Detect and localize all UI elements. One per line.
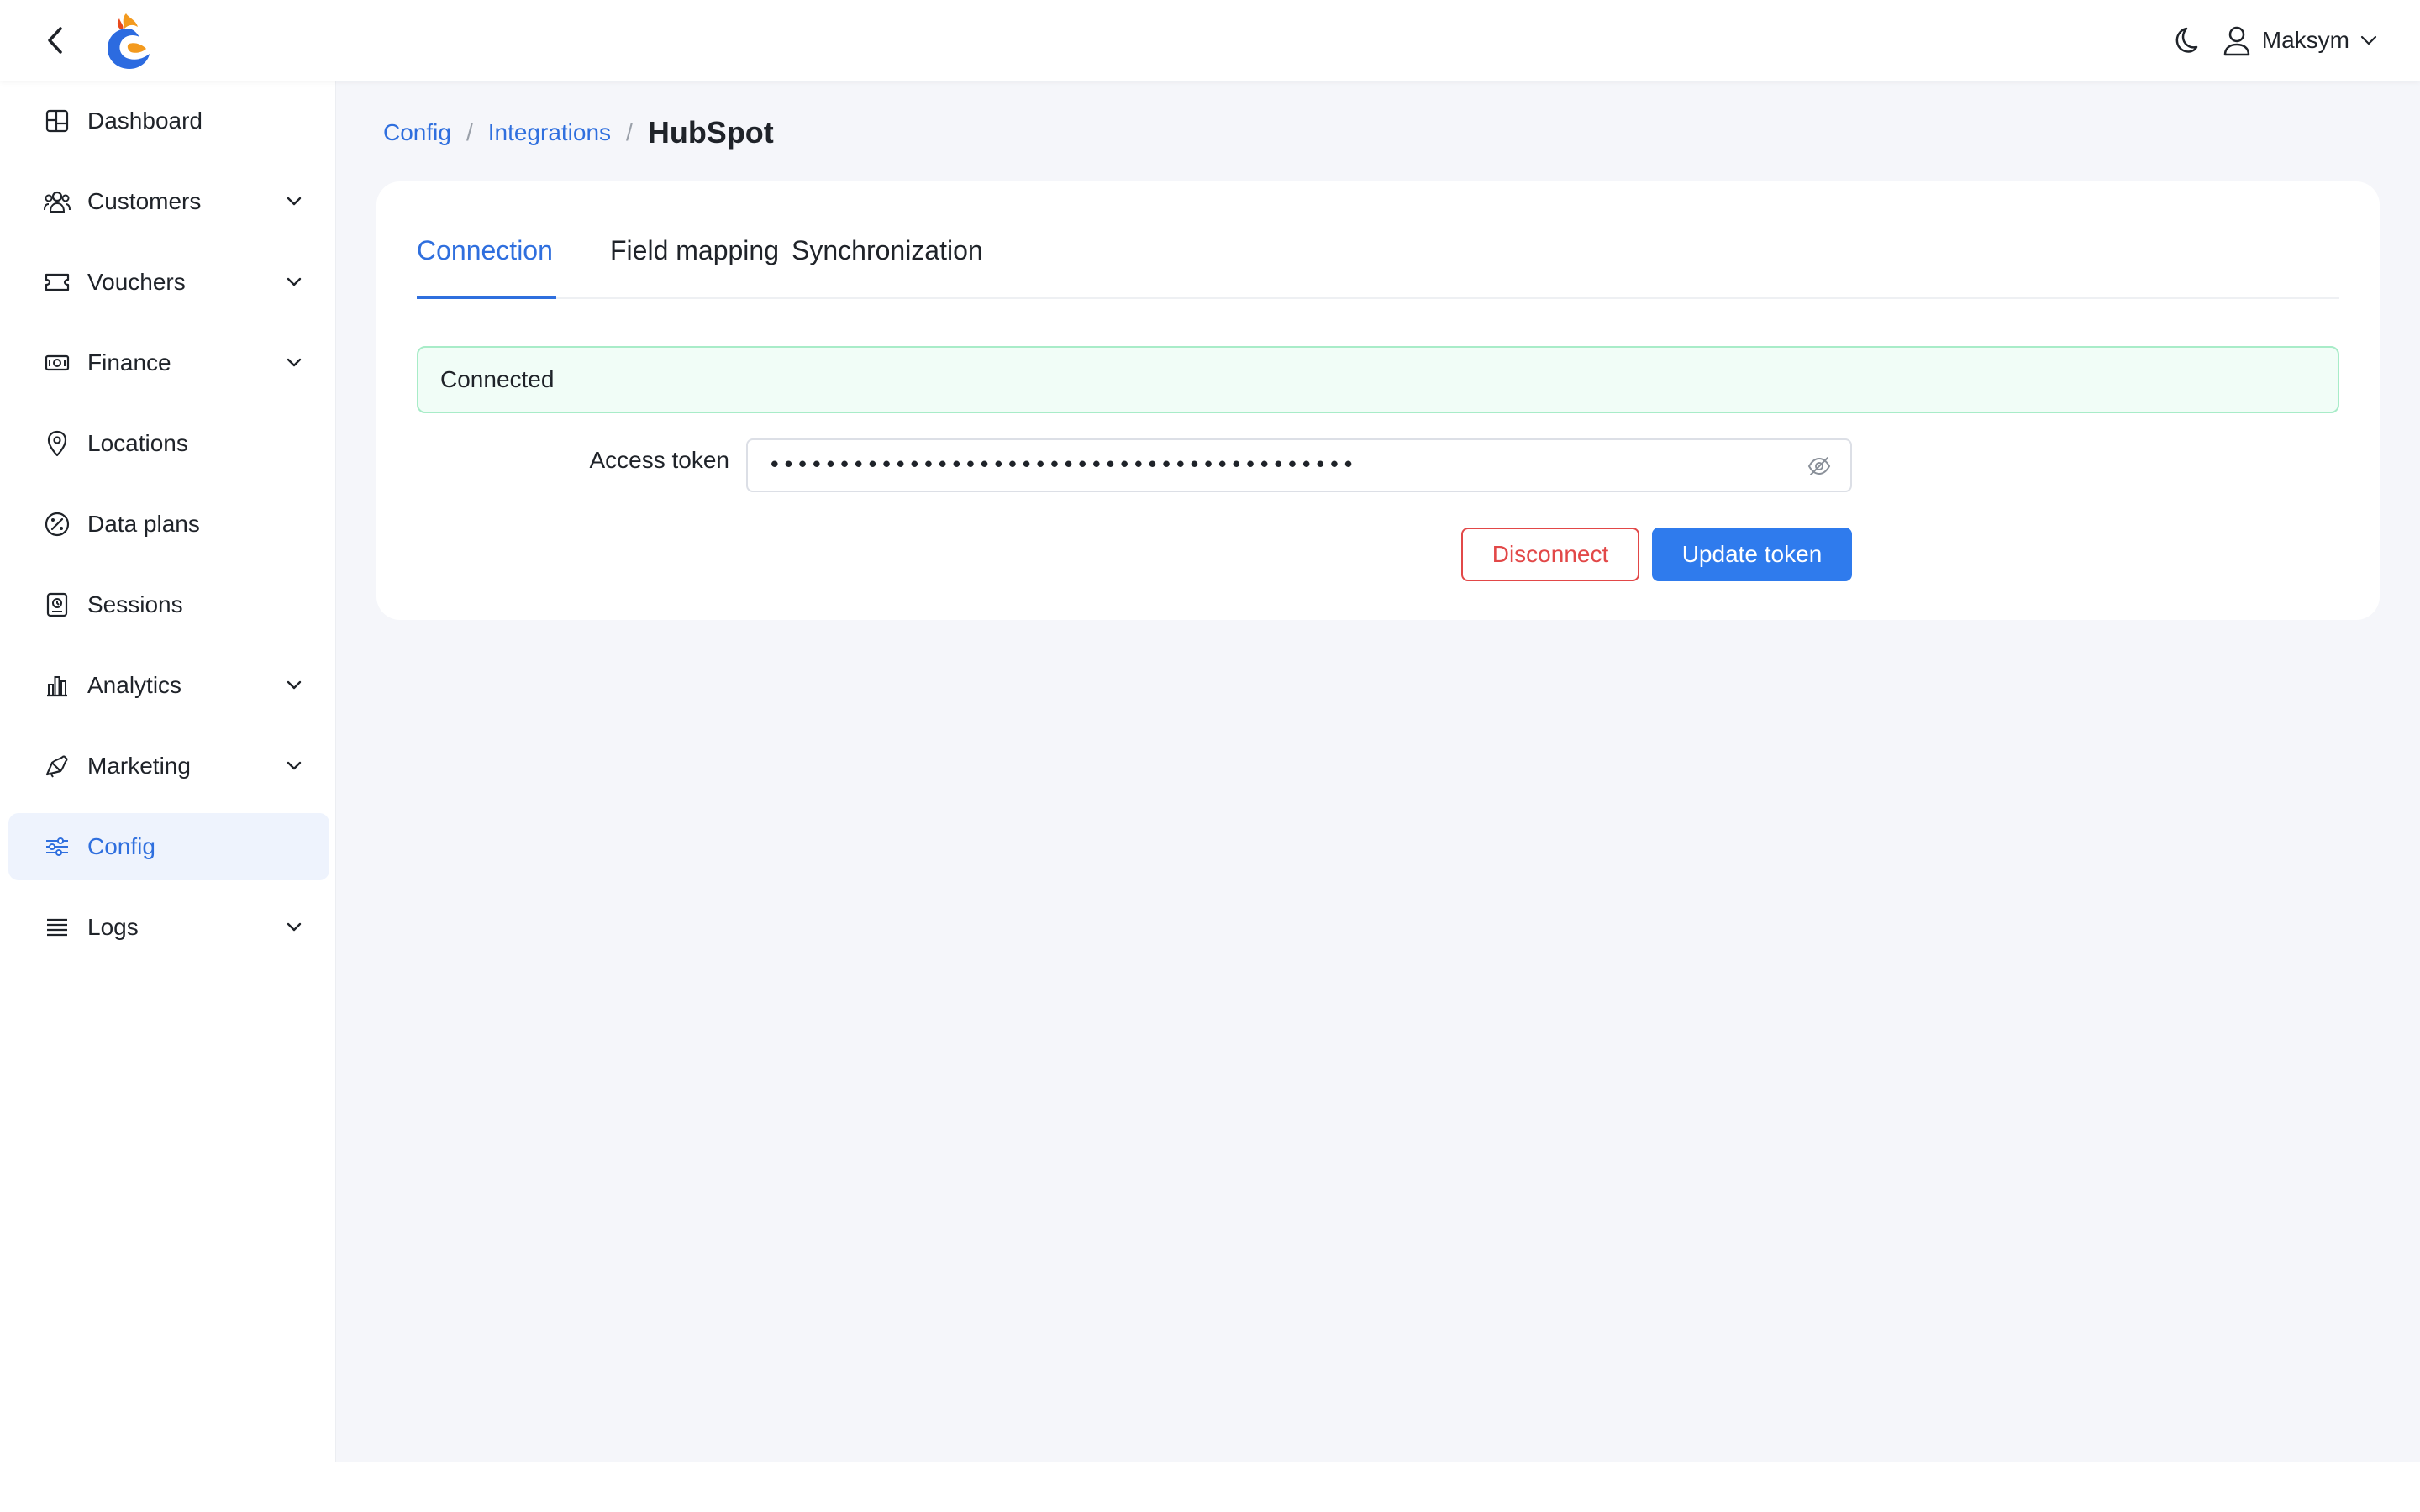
sidebar-item-label: Config (87, 833, 155, 859)
customers-icon (42, 186, 72, 217)
tab-field-mapping[interactable]: Field mapping (610, 232, 779, 299)
integration-card: Connection Field mapping Synchronization… (376, 181, 2380, 620)
chevron-down-icon (282, 754, 306, 778)
breadcrumb: Config / Integrations / HubSpot (383, 109, 774, 156)
percent-badge-icon (42, 509, 72, 539)
breadcrumb-config-link[interactable]: Config (383, 119, 451, 146)
eye-off-icon (1807, 457, 1831, 475)
sidebar-item-logs[interactable]: Logs (8, 894, 329, 961)
chevron-down-icon (2360, 35, 2377, 45)
breadcrumb-integrations-link[interactable]: Integrations (488, 119, 611, 146)
tab-bar: Connection Field mapping Synchronization (417, 232, 2339, 299)
sidebar-item-label: Customers (87, 188, 202, 214)
sidebar-item-label: Data plans (87, 511, 200, 537)
theme-toggle-button[interactable] (2166, 22, 2203, 59)
top-bar: Maksym (0, 0, 2420, 81)
dashboard-icon (42, 106, 72, 136)
user-menu[interactable]: Maksym (2222, 24, 2378, 56)
chevron-down-icon (282, 674, 306, 697)
sliders-icon (42, 832, 72, 862)
tab-synchronization[interactable]: Synchronization (792, 232, 983, 299)
location-pin-icon (42, 428, 72, 459)
sidebar-item-label: Dashboard (87, 108, 203, 134)
chevron-down-icon (282, 270, 306, 294)
megaphone-icon (42, 751, 72, 781)
bar-chart-icon (42, 670, 72, 701)
sidebar-item-label: Locations (87, 430, 188, 456)
chevron-left-icon (48, 27, 62, 54)
update-token-button[interactable]: Update token (1652, 528, 1852, 581)
page-title: HubSpot (647, 115, 774, 150)
app-logo[interactable] (101, 10, 155, 71)
voucher-icon (42, 267, 72, 297)
status-text: Connected (440, 366, 555, 392)
sidebar-item-marketing[interactable]: Marketing (8, 732, 329, 800)
sidebar-item-analytics[interactable]: Analytics (8, 652, 329, 719)
connection-status-alert: Connected (417, 346, 2339, 413)
back-button[interactable] (37, 22, 74, 59)
bottom-strip (0, 1462, 2420, 1512)
tab-connection[interactable]: Connection (417, 232, 556, 299)
sessions-icon (42, 590, 72, 620)
sidebar-item-label: Logs (87, 914, 139, 940)
moon-icon (2175, 27, 2198, 53)
header-actions: Maksym (2166, 0, 2378, 81)
sidebar-item-config[interactable]: Config (8, 813, 329, 880)
sidebar: Dashboard Customers Vouchers Finance Loc… (0, 81, 336, 1462)
list-icon (42, 912, 72, 942)
sidebar-item-label: Vouchers (87, 269, 186, 295)
sidebar-item-label: Finance (87, 349, 171, 375)
user-name: Maksym (2261, 27, 2349, 53)
sidebar-item-customers[interactable]: Customers (8, 168, 329, 235)
sidebar-item-sessions[interactable]: Sessions (8, 571, 329, 638)
access-token-label: Access token (589, 447, 729, 473)
sidebar-item-label: Marketing (87, 753, 191, 779)
chevron-down-icon (282, 190, 306, 213)
sidebar-item-vouchers[interactable]: Vouchers (8, 249, 329, 316)
sidebar-item-finance[interactable]: Finance (8, 329, 329, 396)
breadcrumb-separator: / (626, 119, 633, 145)
sidebar-item-data-plans[interactable]: Data plans (8, 491, 329, 558)
sidebar-item-locations[interactable]: Locations (8, 410, 329, 477)
sidebar-item-dashboard[interactable]: Dashboard (8, 87, 329, 155)
access-token-value: ••••••••••••••••••••••••••••••••••••••••… (768, 453, 1356, 478)
chevron-down-icon (282, 916, 306, 939)
toggle-visibility-button[interactable] (1805, 452, 1833, 480)
user-icon (2223, 26, 2250, 56)
finance-icon (42, 348, 72, 378)
sidebar-item-label: Analytics (87, 672, 182, 698)
access-token-field[interactable]: ••••••••••••••••••••••••••••••••••••••••… (746, 438, 1852, 492)
sidebar-item-label: Sessions (87, 591, 183, 617)
breadcrumb-separator: / (466, 119, 473, 145)
chevron-down-icon (282, 351, 306, 375)
disconnect-button[interactable]: Disconnect (1461, 528, 1639, 581)
